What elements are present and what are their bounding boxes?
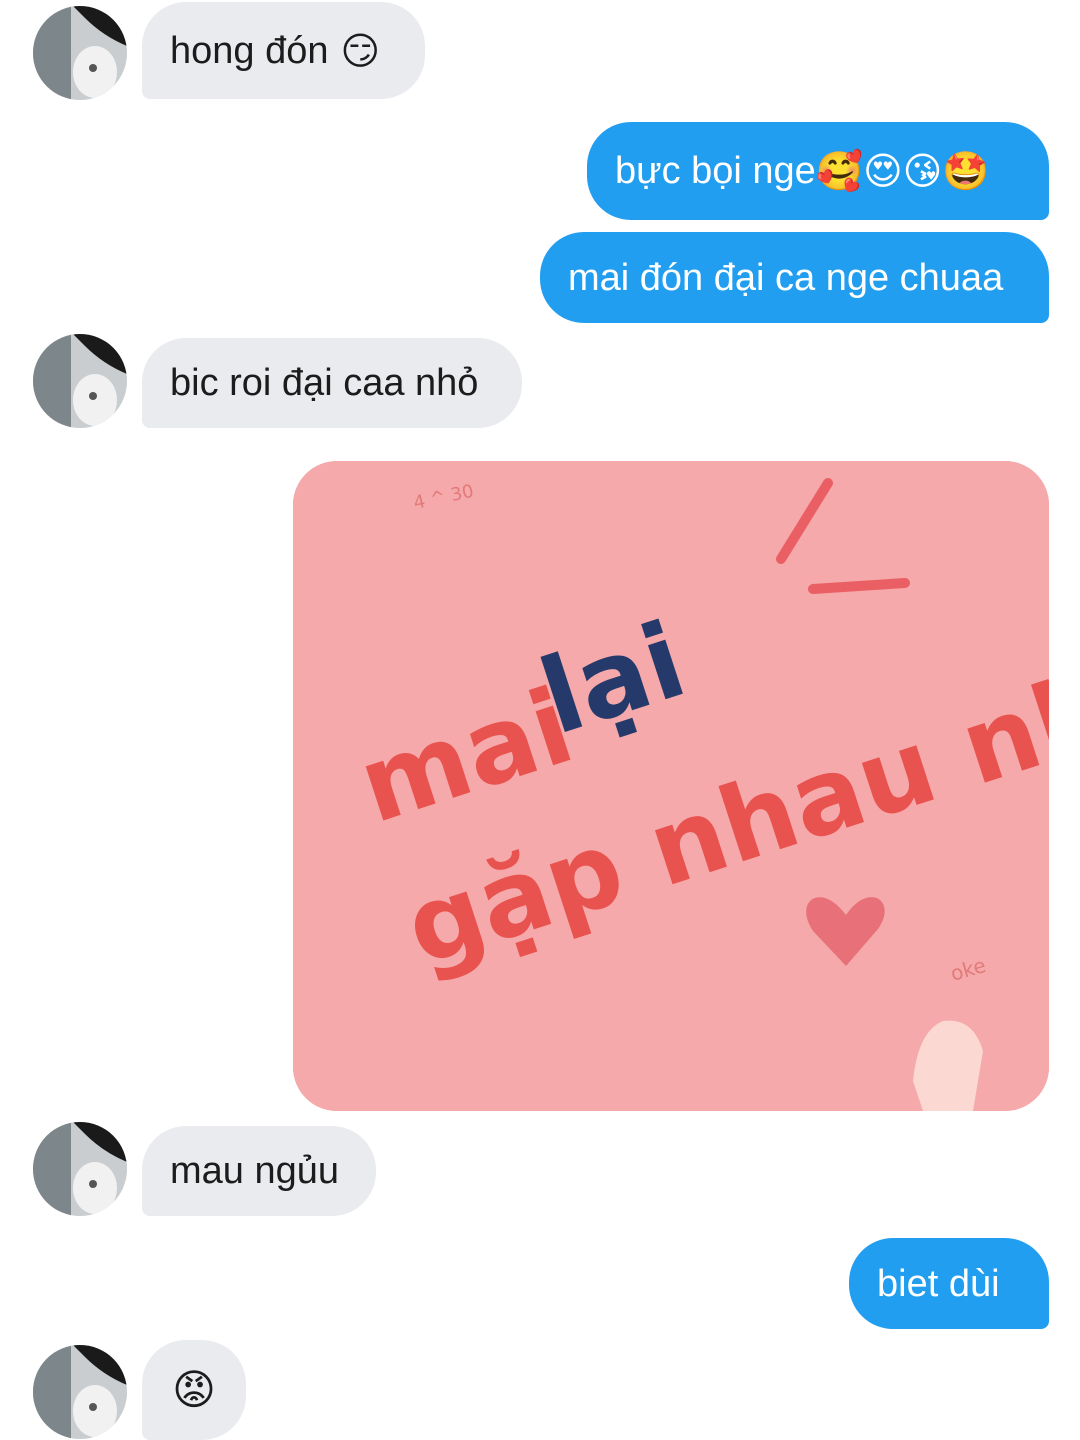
avatar-photo: [33, 1122, 127, 1216]
message-text: biet dùi: [877, 1262, 1000, 1305]
contact-avatar[interactable]: [33, 334, 127, 428]
handwritten-note-image: 4 ^ 30 mai lại gặp nhau nhá oke: [293, 461, 1049, 1111]
message-text: mai đón đại ca nge chuaa: [568, 256, 1004, 299]
message-text: bực bọi nge: [615, 150, 816, 192]
avatar-photo: [33, 334, 127, 428]
contact-avatar[interactable]: [33, 1345, 127, 1439]
smirk-emoji-icon: 😏: [340, 28, 381, 73]
love-emojis-icon: 🥰😍😘🤩: [815, 149, 990, 193]
message-bubble-incoming[interactable]: 😡: [142, 1340, 246, 1440]
message-bubble-incoming[interactable]: bic roi đại caa nhỏ: [142, 338, 522, 428]
angry-face-emoji-icon: 😡: [172, 1365, 216, 1414]
message-text: hong đón: [170, 29, 329, 72]
avatar-photo: [33, 1345, 127, 1439]
message-bubble-outgoing[interactable]: mai đón đại ca nge chuaa: [540, 232, 1049, 323]
message-text: bic roi đại caa nhỏ: [170, 362, 479, 404]
message-bubble-incoming[interactable]: mau ngủu: [142, 1126, 376, 1216]
avatar-photo: [33, 6, 127, 100]
image-message[interactable]: 4 ^ 30 mai lại gặp nhau nhá oke: [293, 461, 1049, 1111]
message-bubble-incoming[interactable]: hong đón 😏: [142, 2, 425, 99]
contact-avatar[interactable]: [33, 1122, 127, 1216]
message-bubble-outgoing[interactable]: biet dùi: [849, 1238, 1049, 1329]
contact-avatar[interactable]: [33, 6, 127, 100]
message-bubble-outgoing[interactable]: bực bọi nge 🥰😍😘🤩: [587, 122, 1049, 220]
message-text: mau ngủu: [170, 1150, 340, 1192]
